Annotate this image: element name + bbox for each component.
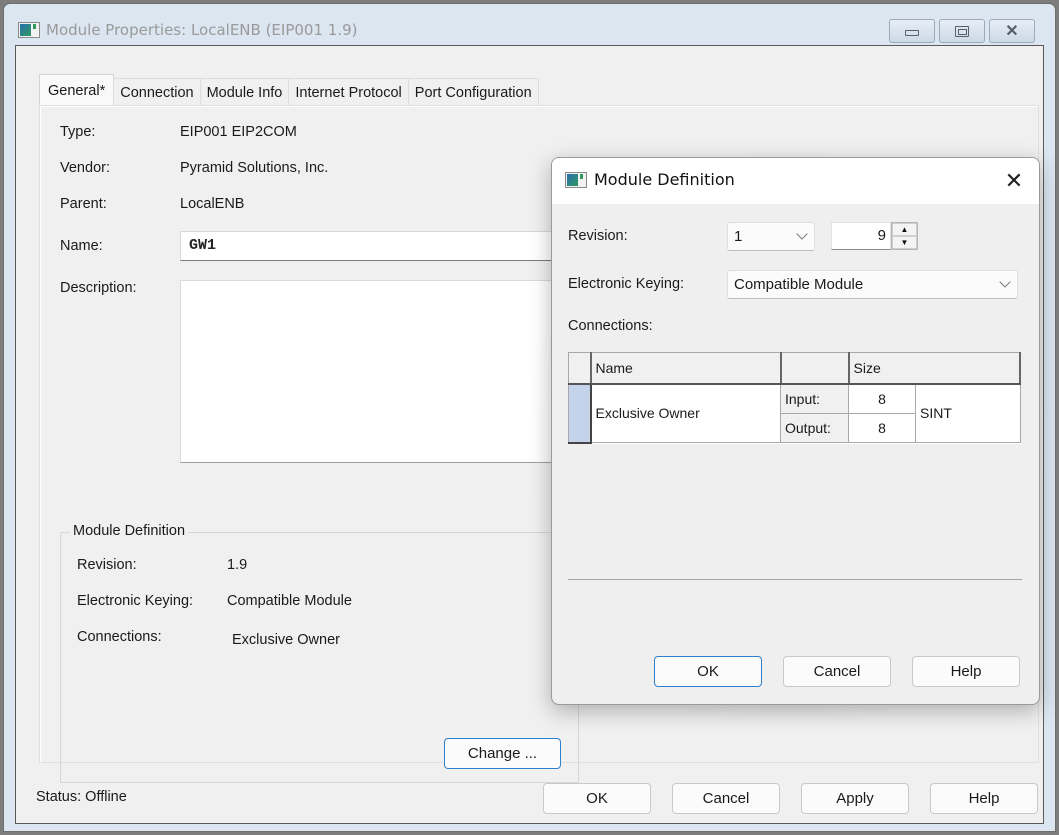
apply-button[interactable]: Apply bbox=[801, 783, 909, 814]
dialog-title-group: Module Definition bbox=[565, 170, 735, 189]
separator-line bbox=[568, 579, 1022, 580]
description-input[interactable] bbox=[180, 280, 580, 463]
module-definition-group: Module Definition Revision: 1.9 Electron… bbox=[60, 523, 579, 783]
maximize-icon bbox=[955, 25, 969, 37]
status-text: Status: Offline bbox=[36, 789, 127, 805]
vendor-value: Pyramid Solutions, Inc. bbox=[180, 160, 329, 176]
dialog-title: Module Definition bbox=[594, 170, 735, 189]
dialog-close-button[interactable]: ✕ bbox=[1001, 168, 1027, 194]
md-connections-value: Exclusive Owner bbox=[232, 632, 340, 648]
minimize-icon bbox=[905, 30, 919, 36]
output-size-cell[interactable]: 8 bbox=[848, 413, 916, 443]
dialog-title-bar: Module Definition ✕ bbox=[552, 158, 1039, 204]
md-connections-label: Connections: bbox=[77, 629, 162, 645]
row-selector[interactable] bbox=[568, 383, 592, 444]
chevron-down-icon bbox=[796, 228, 808, 240]
output-label-cell: Output: bbox=[780, 413, 849, 443]
tab-connection[interactable]: Connection bbox=[113, 78, 201, 106]
revision-major-value: 1 bbox=[734, 228, 743, 245]
header-selector-cell bbox=[568, 352, 592, 385]
tab-module-info[interactable]: Module Info bbox=[199, 78, 290, 106]
spin-up-button[interactable]: ▲ bbox=[892, 223, 917, 236]
dialog-cancel-button[interactable]: Cancel bbox=[783, 656, 891, 687]
tab-port-configuration[interactable]: Port Configuration bbox=[407, 78, 539, 106]
tab-general[interactable]: General* bbox=[39, 74, 115, 106]
name-input[interactable]: GW1 bbox=[180, 231, 580, 261]
input-label-cell: Input: bbox=[780, 383, 849, 414]
close-icon: ✕ bbox=[1005, 23, 1019, 40]
type-value: EIP001 EIP2COM bbox=[180, 124, 297, 140]
md-keying-value: Compatible Module bbox=[227, 593, 352, 609]
app-icon bbox=[18, 22, 40, 38]
revision-label: Revision: bbox=[568, 228, 628, 244]
name-label: Name: bbox=[60, 238, 103, 254]
dialog-help-button[interactable]: Help bbox=[912, 656, 1020, 687]
md-revision-label: Revision: bbox=[77, 557, 137, 573]
maximize-button[interactable] bbox=[939, 19, 985, 43]
connections-label: Connections: bbox=[568, 318, 653, 334]
close-button[interactable]: ✕ bbox=[989, 19, 1035, 43]
header-size[interactable]: Size bbox=[848, 352, 1021, 385]
revision-major-select[interactable]: 1 bbox=[727, 222, 815, 251]
module-definition-group-title: Module Definition bbox=[70, 523, 189, 539]
connection-name-cell[interactable]: Exclusive Owner bbox=[590, 383, 781, 443]
data-type-cell[interactable]: SINT bbox=[915, 383, 1021, 443]
parent-label: Parent: bbox=[60, 196, 107, 212]
caption-buttons: ✕ bbox=[889, 19, 1035, 43]
spin-down-button[interactable]: ▼ bbox=[892, 236, 917, 249]
tab-strip: General* Connection Module Info Internet… bbox=[39, 74, 539, 106]
vendor-label: Vendor: bbox=[60, 160, 110, 176]
tab-internet-protocol[interactable]: Internet Protocol bbox=[288, 78, 409, 106]
connections-table: Name Size Exclusive Owner Input: 8 SINT … bbox=[568, 352, 1021, 444]
md-keying-label: Electronic Keying: bbox=[77, 593, 194, 609]
description-label: Description: bbox=[60, 280, 137, 296]
ok-button[interactable]: OK bbox=[543, 783, 651, 814]
window-title: Module Properties: LocalENB (EIP001 1.9) bbox=[46, 21, 358, 39]
keying-select[interactable]: Compatible Module bbox=[727, 270, 1018, 299]
change-button[interactable]: Change ... bbox=[444, 738, 561, 769]
input-size-cell[interactable]: 8 bbox=[848, 383, 916, 414]
parent-value: LocalENB bbox=[180, 196, 245, 212]
dialog-ok-button[interactable]: OK bbox=[654, 656, 762, 687]
header-io bbox=[780, 352, 850, 385]
cancel-button[interactable]: Cancel bbox=[672, 783, 780, 814]
module-definition-dialog: Module Definition ✕ Revision: 1 9 ▲ ▼ El… bbox=[551, 157, 1040, 705]
keying-value: Compatible Module bbox=[734, 276, 864, 293]
window-title-bar: Module Properties: LocalENB (EIP001 1.9) bbox=[18, 21, 357, 39]
close-icon: ✕ bbox=[1004, 168, 1024, 194]
header-name[interactable]: Name bbox=[590, 352, 782, 385]
table-row[interactable]: Exclusive Owner Input: 8 SINT bbox=[568, 383, 1021, 444]
revision-minor-spinner: ▲ ▼ bbox=[891, 222, 918, 250]
dialog-app-icon bbox=[565, 171, 587, 188]
table-header-row: Name Size bbox=[568, 352, 1021, 385]
help-button[interactable]: Help bbox=[930, 783, 1038, 814]
chevron-down-icon bbox=[999, 276, 1011, 288]
keying-label: Electronic Keying: bbox=[568, 276, 685, 292]
md-revision-value: 1.9 bbox=[227, 557, 248, 573]
minimize-button[interactable] bbox=[889, 19, 935, 43]
type-label: Type: bbox=[60, 124, 96, 140]
revision-minor-input[interactable]: 9 bbox=[831, 222, 891, 250]
